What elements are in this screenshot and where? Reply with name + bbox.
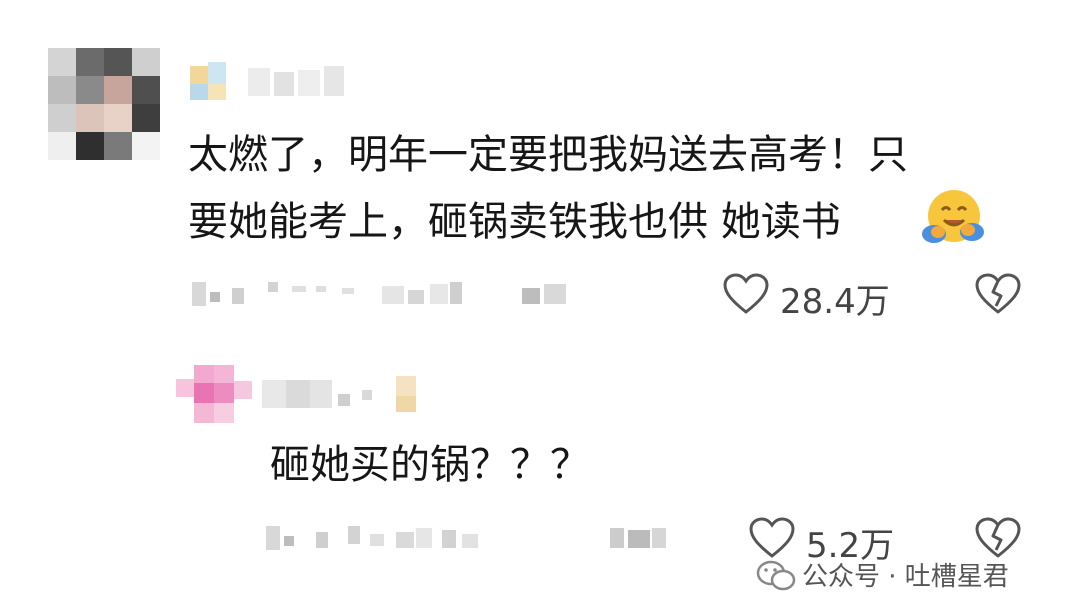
- broken-heart-outline-icon: [975, 517, 1021, 558]
- comment-text-line-1: 太燃了，明年一定要把我妈送去高考！只: [188, 132, 908, 178]
- reply-avatar[interactable]: [176, 365, 252, 425]
- username-blurred[interactable]: [190, 62, 360, 102]
- heart-outline-icon: [723, 273, 769, 314]
- comment-text-line-2: 要她能考上，砸锅卖铁我也供 她读书: [188, 199, 841, 245]
- heart-outline-icon: [749, 517, 795, 558]
- reply-username-blurred[interactable]: [262, 374, 432, 414]
- broken-heart-outline-icon: [975, 273, 1021, 314]
- comment-meta-blurred: [192, 278, 592, 308]
- reply-like-button[interactable]: [748, 516, 796, 560]
- like-count: 28.4万: [780, 282, 890, 322]
- watermark: 公众号 · 吐槽星君: [756, 556, 1076, 596]
- hugging-face-icon: [920, 188, 986, 248]
- avatar[interactable]: [48, 48, 160, 160]
- reply-meta-blurred: [266, 522, 676, 552]
- like-button[interactable]: [722, 272, 770, 316]
- wechat-icon: [756, 560, 796, 591]
- reply-text: 砸她买的锅？？？: [270, 442, 590, 488]
- dislike-button[interactable]: [974, 272, 1022, 316]
- reply-dislike-button[interactable]: [974, 516, 1022, 560]
- watermark-text: 公众号 · 吐槽星君: [802, 562, 1009, 592]
